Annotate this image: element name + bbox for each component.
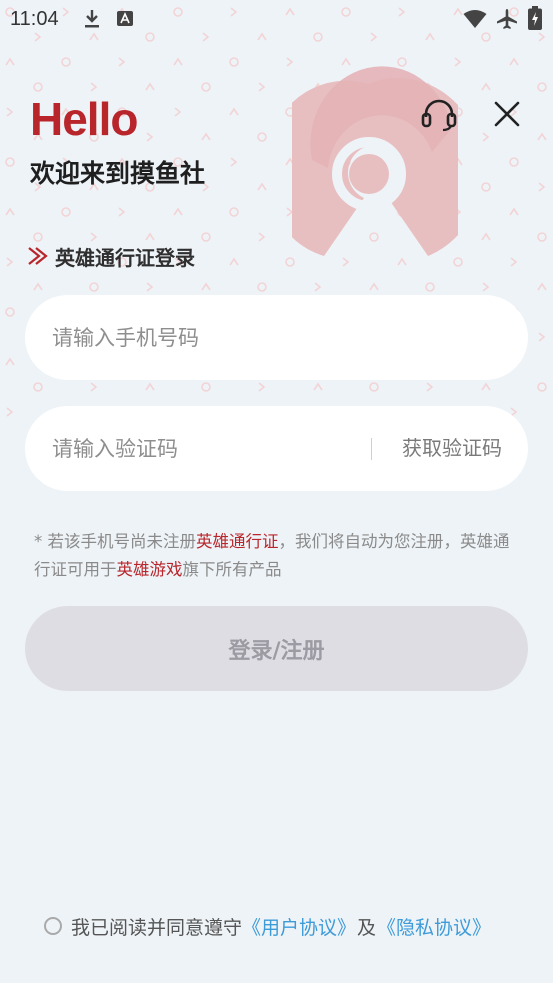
- privacy-policy-link[interactable]: 《隐私协议》: [377, 913, 491, 940]
- battery-icon: [528, 6, 542, 30]
- user-agreement-link[interactable]: 《用户协议》: [242, 913, 356, 940]
- section-title: 英雄通行证登录: [27, 243, 195, 270]
- phone-field: [25, 295, 528, 380]
- airplane-icon: [497, 9, 517, 29]
- agreement-row: 我已阅读并同意遵守 《用户协议》 及 《隐私协议》: [44, 911, 491, 941]
- get-code-button[interactable]: 获取验证码: [402, 406, 502, 491]
- status-bar: 11:04: [0, 0, 553, 40]
- notice-link-games: 英雄游戏: [116, 560, 183, 579]
- agreement-checkbox[interactable]: [44, 917, 62, 935]
- hello-heading: Hello: [30, 93, 138, 145]
- text-input-icon: [117, 11, 133, 26]
- wifi-icon: [463, 10, 487, 28]
- close-icon[interactable]: [487, 94, 527, 134]
- phone-input[interactable]: [52, 295, 372, 380]
- section-title-label: 英雄通行证登录: [55, 245, 195, 270]
- download-icon: [85, 10, 99, 28]
- agreement-conjunction: 及: [357, 916, 377, 939]
- status-time: 11:04: [10, 8, 59, 30]
- registration-notice: * 若该手机号尚未注册英雄通行证，我们将自动为您注册，英雄通行证可用于英雄游戏旗…: [34, 532, 510, 579]
- agreement-prefix: 我已阅读并同意遵守: [71, 916, 243, 939]
- notice-link-pass: 英雄通行证: [196, 532, 279, 551]
- chevron-double-right-icon: [28, 247, 48, 265]
- code-field: 获取验证码: [25, 406, 528, 491]
- welcome-title: 欢迎来到摸鱼社: [30, 159, 206, 188]
- headset-icon[interactable]: [419, 94, 459, 134]
- field-divider: [371, 438, 372, 460]
- verification-code-input[interactable]: [52, 406, 352, 491]
- login-register-button[interactable]: 登录/注册: [25, 606, 528, 691]
